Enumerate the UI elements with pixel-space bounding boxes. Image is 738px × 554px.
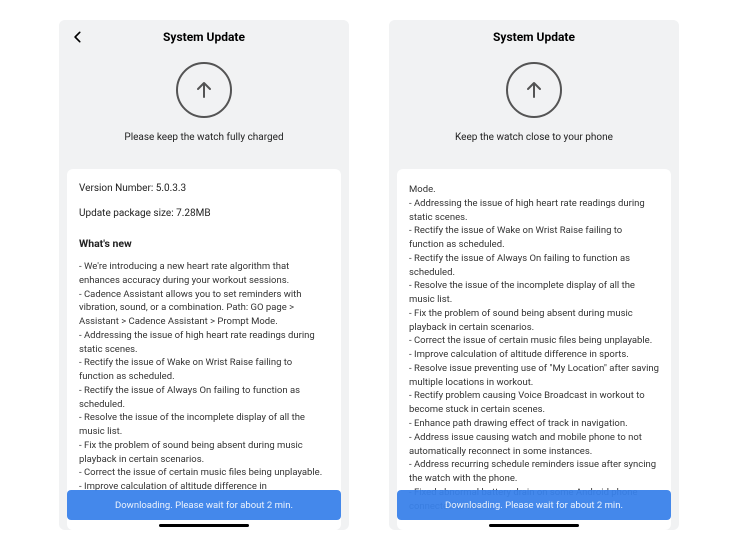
home-indicator[interactable] xyxy=(489,524,579,527)
list-item: We're introducing a new heart rate algor… xyxy=(79,260,329,288)
side-by-side-screens: System Update Please keep the watch full… xyxy=(20,20,718,530)
chevron-left-icon xyxy=(71,30,85,44)
arrow-up-icon xyxy=(192,78,216,102)
header: System Update xyxy=(59,20,349,54)
list-item: Rectify the issue of Wake on Wrist Raise… xyxy=(79,356,329,384)
proximity-subtitle: Keep the watch close to your phone xyxy=(389,132,679,143)
list-item: Addressing the issue of high heart rate … xyxy=(79,329,329,357)
release-notes-list: We're introducing a new heart rate algor… xyxy=(79,260,329,494)
list-item: Rectify the issue of Wake on Wrist Raise… xyxy=(409,224,659,252)
upload-icon-circle xyxy=(176,62,232,118)
download-progress-bar[interactable]: Downloading. Please wait for about 2 min… xyxy=(67,490,341,520)
list-item: Correct the issue of certain music files… xyxy=(79,466,329,480)
list-item: Correct the issue of certain music files… xyxy=(409,334,659,348)
upload-icon-circle xyxy=(506,62,562,118)
home-indicator[interactable] xyxy=(159,524,249,527)
list-item: Fix the problem of sound being absent du… xyxy=(409,307,659,335)
list-item: Fix the problem of sound being absent du… xyxy=(79,439,329,467)
list-item: Address recurring schedule reminders iss… xyxy=(409,458,659,486)
list-item: Resolve the issue of the incomplete disp… xyxy=(79,411,329,439)
back-button[interactable] xyxy=(69,26,87,48)
download-text: Downloading. Please wait for about 2 min… xyxy=(115,500,293,511)
phone-screen-left: System Update Please keep the watch full… xyxy=(59,20,349,530)
list-item: Mode. xyxy=(409,183,659,197)
page-title: System Update xyxy=(163,30,245,44)
list-item: Resolve issue preventing use of "My Loca… xyxy=(409,362,659,390)
release-notes-card: Version Number: 5.0.3.3 Update package s… xyxy=(67,169,341,530)
list-item: Resolve the issue of the incomplete disp… xyxy=(409,279,659,307)
list-item: Cadence Assistant allows you to set remi… xyxy=(79,288,329,329)
phone-screen-right: System Update Keep the watch close to yo… xyxy=(389,20,679,530)
version-label: Version Number: 5.0.3.3 xyxy=(79,183,329,194)
release-notes-list: Mode.Addressing the issue of high heart … xyxy=(409,183,659,513)
charging-subtitle: Please keep the watch fully charged xyxy=(59,132,349,143)
release-notes-card: Mode.Addressing the issue of high heart … xyxy=(397,169,671,530)
package-size-label: Update package size: 7.28MB xyxy=(79,208,329,219)
download-progress-bar[interactable]: Downloading. Please wait for about 2 min… xyxy=(397,490,671,520)
page-title: System Update xyxy=(493,30,575,44)
upload-section: Keep the watch close to your phone xyxy=(389,54,679,161)
download-text: Downloading. Please wait for about 2 min… xyxy=(445,500,623,511)
list-item: Address issue causing watch and mobile p… xyxy=(409,431,659,459)
list-item: Rectify problem causing Voice Broadcast … xyxy=(409,389,659,417)
list-item: Addressing the issue of high heart rate … xyxy=(409,197,659,225)
whats-new-heading: What's new xyxy=(79,237,329,250)
arrow-up-icon xyxy=(522,78,546,102)
list-item: Rectify the issue of Always On failing t… xyxy=(409,252,659,280)
list-item: Rectify the issue of Always On failing t… xyxy=(79,384,329,412)
list-item: Improve calculation of altitude differen… xyxy=(409,348,659,362)
upload-section: Please keep the watch fully charged xyxy=(59,54,349,161)
header: System Update xyxy=(389,20,679,54)
list-item: Enhance path drawing effect of track in … xyxy=(409,417,659,431)
